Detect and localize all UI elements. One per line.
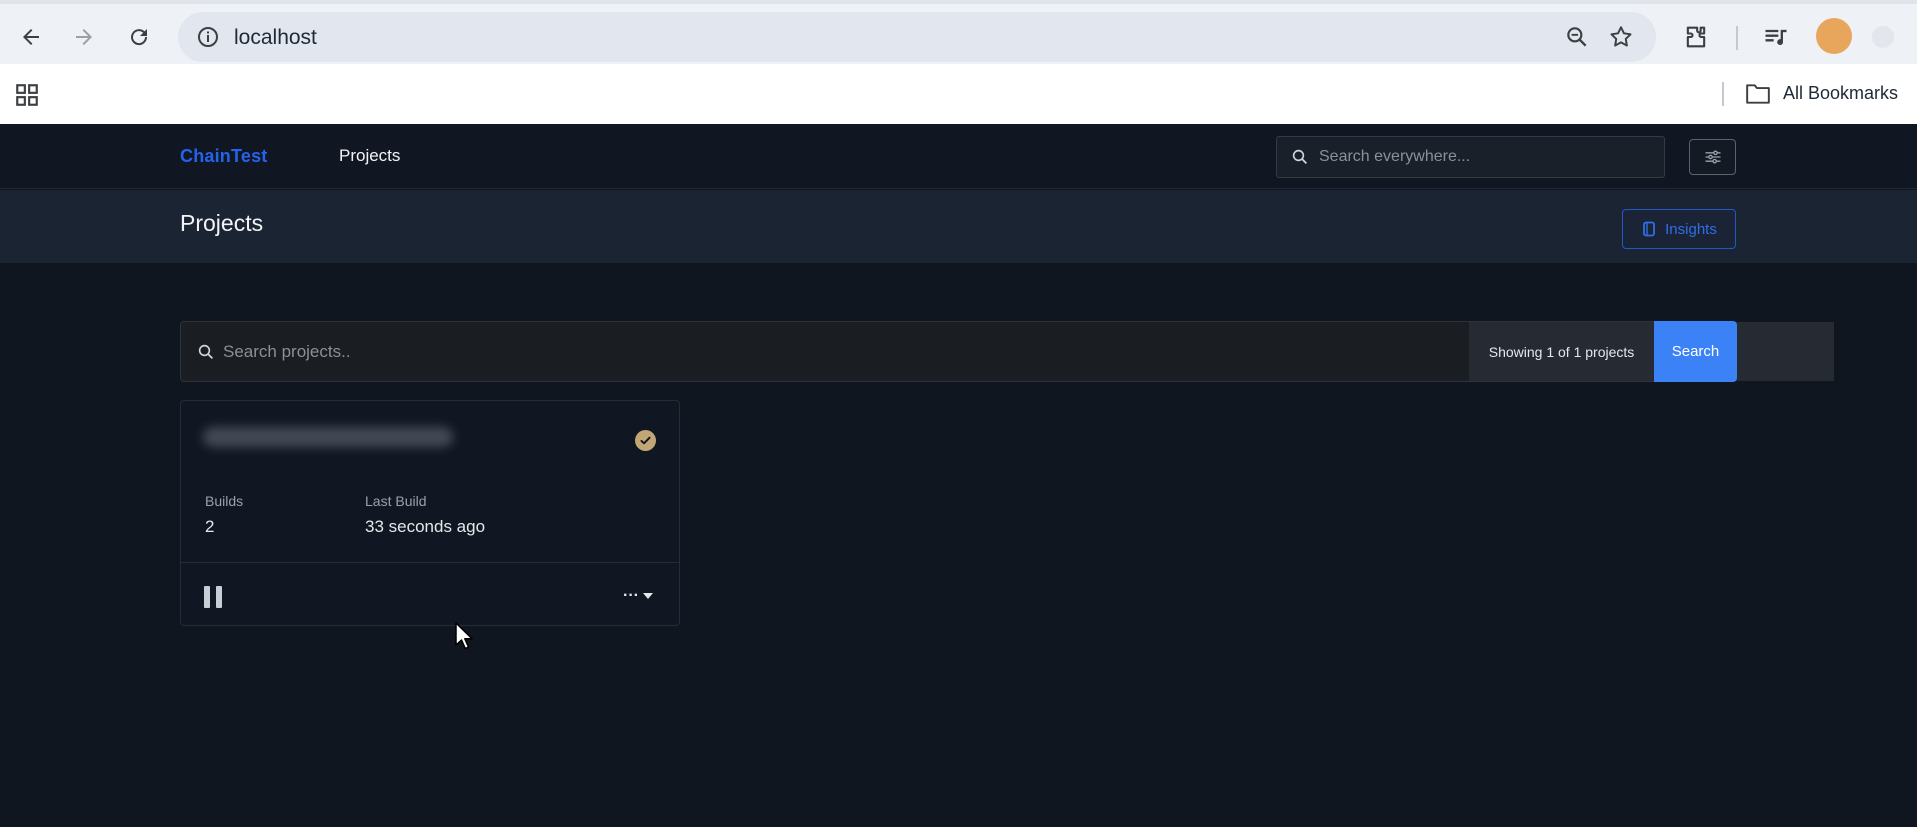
profile-avatar[interactable] xyxy=(1816,18,1852,54)
back-button[interactable] xyxy=(14,20,48,54)
global-search-input[interactable] xyxy=(1319,137,1649,177)
url-text[interactable]: localhost xyxy=(234,26,317,50)
nav-item-projects[interactable]: Projects xyxy=(339,146,400,166)
sliders-icon xyxy=(1705,150,1720,164)
reload-button[interactable] xyxy=(122,20,156,54)
project-card[interactable]: Builds 2 Last Build 33 seconds ago ··· xyxy=(180,400,680,626)
back-arrow-icon xyxy=(23,29,39,45)
star-icon[interactable] xyxy=(1608,24,1634,50)
brand-logo[interactable]: ChainTest xyxy=(180,146,267,167)
status-badge xyxy=(635,430,656,451)
tab-strip xyxy=(0,0,1917,4)
project-search-input[interactable] xyxy=(223,322,1423,381)
search-icon xyxy=(1292,149,1308,165)
forward-arrow-icon xyxy=(76,29,92,45)
browser-toolbar: localhost xyxy=(0,0,1917,64)
page-title: Projects xyxy=(180,210,264,236)
page-header: Projects Insights xyxy=(0,190,1917,263)
apps-grid-icon[interactable] xyxy=(14,82,40,108)
info-icon[interactable] xyxy=(196,25,220,49)
insights-label: Insights xyxy=(1665,220,1717,238)
extensions-icon[interactable] xyxy=(1682,23,1710,51)
settings-button[interactable] xyxy=(1689,139,1736,175)
caret-down-icon xyxy=(642,593,653,599)
search-button[interactable]: Search xyxy=(1654,321,1737,382)
toolbar-separator xyxy=(1736,26,1738,50)
pause-icon[interactable] xyxy=(203,584,225,610)
project-name-redacted[interactable] xyxy=(203,427,453,447)
last-build-label: Last Build xyxy=(365,493,427,509)
browser-menu-icon[interactable] xyxy=(1872,26,1894,48)
bookmarks-bar: All Bookmarks xyxy=(0,64,1917,124)
cursor-icon xyxy=(455,622,473,650)
reload-icon xyxy=(131,29,148,46)
search-icon xyxy=(198,344,214,360)
address-bar[interactable]: localhost xyxy=(178,12,1656,62)
results-count: Showing 1 of 1 projects xyxy=(1469,322,1834,381)
insights-icon xyxy=(1643,221,1656,237)
project-search-bar: Showing 1 of 1 projects Search xyxy=(180,321,1834,382)
forward-button[interactable] xyxy=(67,20,101,54)
more-dots: ··· xyxy=(623,587,639,604)
builds-count: 2 xyxy=(205,517,215,536)
zoom-icon[interactable] xyxy=(1564,24,1590,50)
more-actions-dropdown[interactable]: ··· xyxy=(623,584,663,608)
last-build-time: 33 seconds ago xyxy=(365,517,486,536)
results-count-text: Showing 1 of 1 projects xyxy=(1488,343,1635,360)
builds-label: Builds xyxy=(205,493,244,509)
bookmarks-separator xyxy=(1722,82,1724,106)
app-header: ChainTest Projects xyxy=(0,124,1917,189)
media-icon[interactable] xyxy=(1762,24,1790,52)
check-icon xyxy=(640,436,651,445)
card-divider xyxy=(181,562,679,563)
insights-button[interactable]: Insights xyxy=(1622,209,1736,249)
global-search-box[interactable] xyxy=(1276,136,1665,178)
all-bookmarks-link[interactable]: All Bookmarks xyxy=(1783,83,1898,104)
folder-icon[interactable] xyxy=(1745,82,1771,106)
